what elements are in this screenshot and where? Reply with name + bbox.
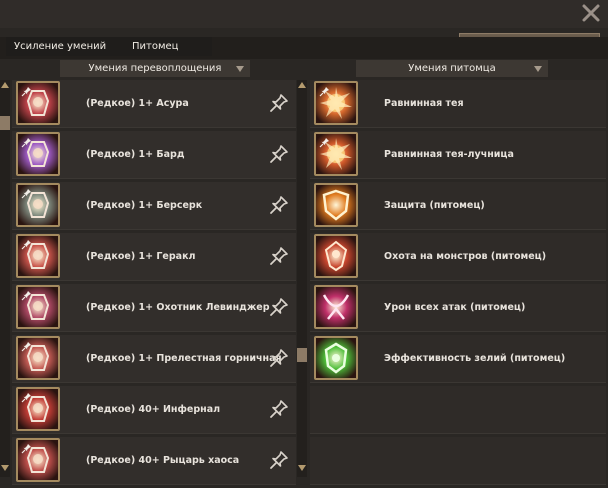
pinned-marker-icon bbox=[21, 189, 31, 199]
scroll-thumb[interactable] bbox=[297, 348, 307, 362]
pinned-marker-icon bbox=[319, 138, 329, 148]
pet-skill-row[interactable]: Защита (питомец) bbox=[310, 182, 606, 230]
transform-skill-row[interactable]: (Редкое) 1+ Геракл bbox=[12, 233, 296, 281]
potion-icon bbox=[314, 336, 358, 380]
berserker-icon bbox=[16, 183, 60, 227]
pin-icon[interactable] bbox=[268, 398, 290, 420]
hercules-icon bbox=[16, 234, 60, 278]
middle-scrollbar[interactable] bbox=[297, 80, 307, 477]
left-scrollbar[interactable] bbox=[0, 80, 10, 477]
skill-name: (Редкое) 1+ Геракл bbox=[86, 251, 196, 262]
pin-icon[interactable] bbox=[268, 347, 290, 369]
tab-pet[interactable]: Питомец bbox=[124, 37, 212, 56]
pinned-marker-icon bbox=[21, 393, 31, 403]
transform-skill-row[interactable]: (Редкое) 1+ Бард bbox=[12, 131, 296, 179]
shield-icon bbox=[314, 183, 358, 227]
skill-name: Равнинная тея bbox=[384, 98, 464, 109]
pin-icon[interactable] bbox=[268, 143, 290, 165]
explosion-archer-icon bbox=[314, 132, 358, 176]
transform-skills-title: Умения перевоплощения bbox=[88, 63, 222, 74]
skill-name: (Редкое) 1+ Бард bbox=[86, 149, 185, 160]
scroll-up-icon[interactable] bbox=[298, 82, 306, 88]
pinned-marker-icon bbox=[21, 87, 31, 97]
pin-icon[interactable] bbox=[268, 92, 290, 114]
pinned-marker-icon bbox=[21, 444, 31, 454]
transform-skill-row[interactable]: (Редкое) 1+ Прелестная горничная bbox=[12, 335, 296, 383]
chaos-knight-icon bbox=[16, 438, 60, 482]
pinned-marker-icon bbox=[21, 240, 31, 250]
scroll-up-icon[interactable] bbox=[1, 82, 9, 88]
skill-name: Охота на монстров (питомец) bbox=[384, 251, 547, 262]
pet-skill-row[interactable] bbox=[310, 386, 606, 434]
skill-name: (Редкое) 1+ Прелестная горничная bbox=[86, 353, 282, 364]
pet-skill-list: Равнинная тея Равнинная тея-лучница Защи… bbox=[310, 80, 606, 488]
skill-name: (Редкое) 40+ Инфернал bbox=[86, 404, 221, 415]
window-titlebar bbox=[0, 0, 608, 28]
transform-skill-row[interactable]: (Редкое) 40+ Рыцарь хаоса bbox=[12, 437, 296, 485]
transform-skill-row[interactable]: (Редкое) 40+ Инфернал bbox=[12, 386, 296, 434]
hunter-icon bbox=[16, 285, 60, 329]
pet-skill-row[interactable] bbox=[310, 437, 606, 485]
transform-skill-row[interactable]: (Редкое) 1+ Асура bbox=[12, 80, 296, 128]
pet-skill-row[interactable]: Охота на монстров (питомец) bbox=[310, 233, 606, 281]
hunt-icon bbox=[314, 234, 358, 278]
asura-icon bbox=[16, 81, 60, 125]
sort-dropdown-icon[interactable] bbox=[236, 66, 244, 72]
pinned-marker-icon bbox=[319, 87, 329, 97]
skill-name: Урон всех атак (питомец) bbox=[384, 302, 526, 313]
tab-bar: Усиление умений Питомец bbox=[0, 37, 608, 59]
skill-name: Эффективность зелий (питомец) bbox=[384, 353, 566, 364]
pin-icon[interactable] bbox=[268, 245, 290, 267]
sort-dropdown-icon[interactable] bbox=[534, 66, 542, 72]
scroll-down-icon[interactable] bbox=[298, 465, 306, 471]
pet-skill-row[interactable]: Равнинная тея bbox=[310, 80, 606, 128]
infernal-icon bbox=[16, 387, 60, 431]
pet-skill-row[interactable]: Равнинная тея-лучница bbox=[310, 131, 606, 179]
skill-name: Защита (питомец) bbox=[384, 200, 485, 211]
transform-skill-row[interactable]: (Редкое) 1+ Берсерк bbox=[12, 182, 296, 230]
explosion-icon bbox=[314, 81, 358, 125]
pet-skill-row[interactable]: Эффективность зелий (питомец) bbox=[310, 335, 606, 383]
pin-icon[interactable] bbox=[268, 296, 290, 318]
skill-name: (Редкое) 1+ Асура bbox=[86, 98, 189, 109]
pinned-marker-icon bbox=[21, 291, 31, 301]
bard-icon bbox=[16, 132, 60, 176]
pin-icon[interactable] bbox=[268, 194, 290, 216]
transform-skill-list: (Редкое) 1+ Асура (Редкое) 1+ Бард (Редк… bbox=[12, 80, 296, 488]
scroll-thumb[interactable] bbox=[0, 116, 10, 130]
transform-skills-header[interactable]: Умения перевоплощения bbox=[60, 60, 250, 77]
pet-skills-header[interactable]: Умения питомца bbox=[356, 60, 548, 77]
close-icon[interactable] bbox=[580, 2, 602, 24]
tab-skill-enhance[interactable]: Усиление умений bbox=[6, 37, 132, 56]
scroll-down-icon[interactable] bbox=[1, 465, 9, 471]
skill-name: (Редкое) 1+ Охотник Левинджер bbox=[86, 302, 270, 313]
skill-name: (Редкое) 1+ Берсерк bbox=[86, 200, 203, 211]
blades-icon bbox=[314, 285, 358, 329]
pinned-marker-icon bbox=[21, 342, 31, 352]
pinned-marker-icon bbox=[21, 138, 31, 148]
transform-skill-row[interactable]: (Редкое) 1+ Охотник Левинджер bbox=[12, 284, 296, 332]
pet-skills-title: Умения питомца bbox=[408, 63, 496, 74]
skill-name: Равнинная тея-лучница bbox=[384, 149, 514, 160]
pin-icon[interactable] bbox=[268, 449, 290, 471]
maid-icon bbox=[16, 336, 60, 380]
pet-skill-row[interactable]: Урон всех атак (питомец) bbox=[310, 284, 606, 332]
